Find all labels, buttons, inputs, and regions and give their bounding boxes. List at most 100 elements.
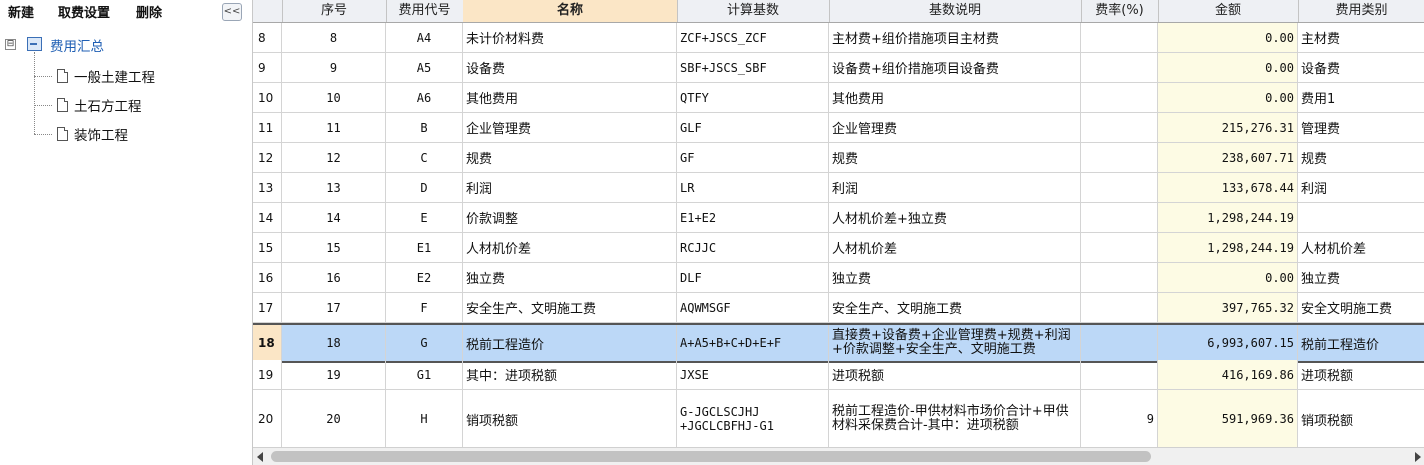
cell-rownum[interactable]: 16 <box>253 263 282 292</box>
cell-code[interactable]: E <box>386 203 463 232</box>
cell-category[interactable]: 主材费 <box>1298 23 1424 52</box>
cell-seq[interactable]: 16 <box>282 263 386 292</box>
cell-base[interactable]: ZCF+JSCS_ZCF <box>677 23 829 52</box>
cell-amount[interactable]: 0.00 <box>1158 23 1298 52</box>
cell-code[interactable]: E2 <box>386 263 463 292</box>
cell-amount[interactable]: 0.00 <box>1158 83 1298 112</box>
horizontal-scrollbar[interactable] <box>253 447 1424 465</box>
cell-rate[interactable] <box>1081 23 1158 52</box>
cell-rownum[interactable]: 20 <box>253 390 282 448</box>
cell-amount[interactable]: 1,298,244.19 <box>1158 233 1298 262</box>
cell-name[interactable]: 其中：进项税额 <box>463 360 677 389</box>
cell-rate[interactable] <box>1081 325 1158 361</box>
cell-rownum[interactable]: 15 <box>253 233 282 262</box>
table-row[interactable]: 13 13 D 利润 LR 利润 133,678.44 利润 <box>253 173 1424 203</box>
cell-category[interactable]: 进项税额 <box>1298 360 1424 389</box>
cell-rate[interactable] <box>1081 233 1158 262</box>
table-row[interactable]: 14 14 E 价款调整 E1+E2 人材机价差+独立费 1,298,244.19 <box>253 203 1424 233</box>
cell-seq[interactable]: 19 <box>282 360 386 389</box>
cell-rownum[interactable]: 17 <box>253 293 282 322</box>
cell-amount[interactable]: 215,276.31 <box>1158 113 1298 142</box>
table-row[interactable]: 19 19 G1 其中：进项税额 JXSE 进项税额 416,169.86 进项税额 <box>253 360 1424 390</box>
fee-settings-button[interactable]: 取费设置 <box>58 2 110 21</box>
cell-seq[interactable]: 9 <box>282 53 386 82</box>
cell-amount[interactable]: 6,993,607.15 <box>1158 325 1298 361</box>
cell-rate[interactable] <box>1081 83 1158 112</box>
header-category[interactable]: 费用类别 <box>1298 0 1424 22</box>
cell-category[interactable] <box>1298 203 1424 232</box>
cell-seq[interactable]: 14 <box>282 203 386 232</box>
cell-amount[interactable]: 0.00 <box>1158 53 1298 82</box>
table-row[interactable]: 20 20 H 销项税额 G-JGCLSCJHJ +JGCLCBFHJ-G1 税前工程造价… <box>253 390 1424 449</box>
cell-seq[interactable]: 15 <box>282 233 386 262</box>
cell-desc[interactable]: 人材机价差+独立费 <box>829 203 1081 232</box>
cell-seq[interactable]: 11 <box>282 113 386 142</box>
cell-code[interactable]: C <box>386 143 463 172</box>
cell-category[interactable]: 安全文明施工费 <box>1298 293 1424 322</box>
new-button[interactable]: 新建 <box>8 2 34 21</box>
cell-amount[interactable]: 416,169.86 <box>1158 360 1298 389</box>
table-row[interactable]: 17 17 F 安全生产、文明施工费 AQWMSGF 安全生产、文明施工费 397,765.… <box>253 293 1424 323</box>
table-row[interactable]: 9 9 A5 设备费 SBF+JSCS_SBF 设备费+组价措施项目设备费 0.00 设备费 <box>253 53 1424 83</box>
cell-rate[interactable] <box>1081 360 1158 389</box>
delete-button[interactable]: 删除 <box>136 2 162 21</box>
table-row[interactable]: 12 12 C 规费 GF 规费 238,607.71 规费 <box>253 143 1424 173</box>
table-row[interactable]: 10 10 A6 其他费用 QTFY 其他费用 0.00 费用1 <box>253 83 1424 113</box>
cell-code[interactable]: D <box>386 173 463 202</box>
cell-seq[interactable]: 10 <box>282 83 386 112</box>
cell-seq[interactable]: 18 <box>282 325 386 361</box>
cell-name[interactable]: 规费 <box>463 143 677 172</box>
cell-code[interactable]: A5 <box>386 53 463 82</box>
collapse-panel-icon[interactable]: << <box>222 3 242 21</box>
cell-category[interactable]: 销项税额 <box>1298 390 1424 448</box>
cell-desc[interactable]: 利润 <box>829 173 1081 202</box>
cell-code[interactable]: H <box>386 390 463 448</box>
cell-seq[interactable]: 13 <box>282 173 386 202</box>
cell-code[interactable]: G <box>386 325 463 361</box>
cell-rate[interactable] <box>1081 113 1158 142</box>
cell-desc[interactable]: 直接费+设备费+企业管理费+规费+利润+价款调整+安全生产、文明施工费 <box>829 325 1081 361</box>
cell-rownum[interactable]: 12 <box>253 143 282 172</box>
cell-category[interactable]: 人材机价差 <box>1298 233 1424 262</box>
cell-base[interactable]: RCJJC <box>677 233 829 262</box>
header-rate[interactable]: 费率(%) <box>1081 0 1159 22</box>
table-row[interactable]: 11 11 B 企业管理费 GLF 企业管理费 215,276.31 管理费 <box>253 113 1424 143</box>
table-row[interactable]: 18 18 G 税前工程造价 A+A5+B+C+D+E+F 直接费+设备费+企业管理费+规… <box>253 323 1424 363</box>
cell-code[interactable]: G1 <box>386 360 463 389</box>
tree-item-general-construction[interactable]: 一般土建工程 <box>74 66 155 86</box>
cell-amount[interactable]: 0.00 <box>1158 263 1298 292</box>
cell-desc[interactable]: 企业管理费 <box>829 113 1081 142</box>
cell-desc[interactable]: 设备费+组价措施项目设备费 <box>829 53 1081 82</box>
cell-category[interactable]: 管理费 <box>1298 113 1424 142</box>
cell-desc[interactable]: 规费 <box>829 143 1081 172</box>
cell-category[interactable]: 设备费 <box>1298 53 1424 82</box>
cell-amount[interactable]: 591,969.36 <box>1158 390 1298 448</box>
cell-amount[interactable]: 1,298,244.19 <box>1158 203 1298 232</box>
cell-code[interactable]: A4 <box>386 23 463 52</box>
cell-rate[interactable] <box>1081 173 1158 202</box>
cell-name[interactable]: 设备费 <box>463 53 677 82</box>
cell-name[interactable]: 独立费 <box>463 263 677 292</box>
cell-amount[interactable]: 238,607.71 <box>1158 143 1298 172</box>
scroll-left-icon[interactable] <box>257 452 263 462</box>
cell-name[interactable]: 销项税额 <box>463 390 677 448</box>
header-base[interactable]: 计算基数 <box>677 0 830 22</box>
cell-code[interactable]: B <box>386 113 463 142</box>
cell-base[interactable]: QTFY <box>677 83 829 112</box>
cell-category[interactable]: 独立费 <box>1298 263 1424 292</box>
header-amount[interactable]: 金额 <box>1158 0 1299 22</box>
cell-name[interactable]: 利润 <box>463 173 677 202</box>
cell-name[interactable]: 税前工程造价 <box>463 325 677 361</box>
cell-name[interactable]: 安全生产、文明施工费 <box>463 293 677 322</box>
cell-desc[interactable]: 主材费+组价措施项目主材费 <box>829 23 1081 52</box>
cell-desc[interactable]: 安全生产、文明施工费 <box>829 293 1081 322</box>
cell-rownum[interactable]: 8 <box>253 23 282 52</box>
table-row[interactable]: 16 16 E2 独立费 DLF 独立费 0.00 独立费 <box>253 263 1424 293</box>
cell-name[interactable]: 企业管理费 <box>463 113 677 142</box>
header-code[interactable]: 费用代号 <box>386 0 464 22</box>
cell-rownum[interactable]: 13 <box>253 173 282 202</box>
cell-base[interactable]: GLF <box>677 113 829 142</box>
cell-code[interactable]: E1 <box>386 233 463 262</box>
cell-amount[interactable]: 397,765.32 <box>1158 293 1298 322</box>
cell-category[interactable]: 规费 <box>1298 143 1424 172</box>
